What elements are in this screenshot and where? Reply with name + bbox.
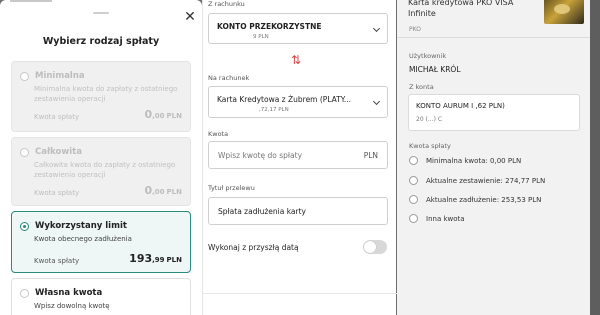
repay-option-other[interactable]: Inna kwota xyxy=(409,214,465,223)
from-account-line2: 20 (...) C xyxy=(416,116,443,123)
transfer-title-label: Tytuł przelewu xyxy=(208,184,255,192)
future-date-toggle[interactable] xyxy=(363,240,387,254)
modal-title: Wybierz rodzaj spłaty xyxy=(42,36,160,47)
transfer-title-value: Spłata zadłużenia karty xyxy=(218,207,306,216)
modal-drag-handle[interactable] xyxy=(93,12,109,14)
option-amount: 0,00 PLN xyxy=(144,184,182,197)
option-description: Minimalna kwota do zapłaty z ostatniego … xyxy=(34,85,178,103)
amount-label: Kwota spłaty xyxy=(34,257,80,265)
close-icon[interactable]: ✕ xyxy=(183,10,197,24)
from-account-balance: 9 PLN xyxy=(253,34,269,40)
repay-option-minimal[interactable]: Minimalna kwota: 0,00 PLN xyxy=(409,156,521,165)
user-label: Użytkownik xyxy=(409,52,447,60)
from-account-box[interactable]: KONTO AURUM I ,62 PLN) 20 (...) C xyxy=(408,94,580,131)
amount-label: Kwota xyxy=(208,130,229,138)
option-title: Minimalna xyxy=(35,71,85,81)
option-description: Wpisz dowolną kwotę xyxy=(34,302,110,310)
future-date-label: Wykonaj z przyszłą datą xyxy=(208,243,299,252)
option-title: Wykorzystany limit xyxy=(35,221,127,231)
option-minimal[interactable]: Minimalna Minimalna kwota do zapłaty z o… xyxy=(11,61,191,132)
chevron-down-icon xyxy=(372,97,381,106)
option-amount: 193,99 PLN xyxy=(129,252,182,265)
radio-icon xyxy=(409,156,418,165)
card-name: Karta kredytowa PKO VISA Infinite xyxy=(408,0,514,18)
radio-icon xyxy=(20,71,29,81)
option-title: Całkowita xyxy=(35,147,82,157)
amount-label: Kwota spłaty xyxy=(34,113,80,121)
radio-icon xyxy=(409,214,418,223)
divider xyxy=(397,37,590,38)
chevron-down-icon xyxy=(372,24,381,33)
radio-icon xyxy=(409,195,418,204)
option-total[interactable]: Całkowita Całkowita kwota do zapłaty z o… xyxy=(11,137,191,206)
option-description: Całkowita kwota do zapłaty z ostatniego … xyxy=(34,161,176,179)
summary-panel: Karta kredytowa PKO VISA Infinite PKO Uż… xyxy=(397,0,590,315)
option-title: Własna kwota xyxy=(35,288,103,298)
radio-icon xyxy=(20,147,29,157)
amount-placeholder: Wpisz kwotę do spłaty xyxy=(218,151,303,160)
from-account-line1: KONTO AURUM I ,62 PLN) xyxy=(416,102,505,110)
option-used-limit[interactable]: Wykorzystany limit Kwota obecnego zadłuż… xyxy=(11,211,191,273)
card-sub-label: PKO xyxy=(409,26,421,33)
amount-currency: PLN xyxy=(363,151,378,160)
amount-input[interactable]: Wpisz kwotę do spłaty PLN xyxy=(208,141,388,169)
repay-option-statement[interactable]: Aktualne zestawienie: 274,77 PLN xyxy=(409,176,545,185)
user-value: MICHAŁ KRÓL xyxy=(409,65,461,74)
toggle-knob xyxy=(364,241,376,253)
from-account-select[interactable]: KONTO PRZEKORZYSTNE 9 PLN xyxy=(208,13,388,44)
divider xyxy=(203,293,397,294)
from-account-label: Z rachunku xyxy=(208,0,245,8)
radio-icon xyxy=(20,288,29,298)
radio-icon xyxy=(409,176,418,185)
to-account-label: Na rachunek xyxy=(208,74,250,82)
radio-selected-icon xyxy=(20,221,29,231)
repay-amount-label: Kwota spłaty xyxy=(409,142,451,150)
to-account-name: Karta Kredytowa z Żubrem (PLATY... xyxy=(217,95,352,104)
amount-label: Kwota spłaty xyxy=(34,189,80,197)
to-account-balance: ,72,17 PLN xyxy=(259,107,289,113)
swap-accounts-icon[interactable]: ⇅ xyxy=(291,54,301,66)
from-account-name: KONTO PRZEKORZYSTNE xyxy=(217,22,322,31)
option-description: Kwota obecnego zadłużenia xyxy=(34,235,132,243)
transfer-form: Z rachunku KONTO PRZEKORZYSTNE 9 PLN ⇅ N… xyxy=(202,0,397,315)
to-account-select[interactable]: Karta Kredytowa z Żubrem (PLATY... ,72,1… xyxy=(208,86,388,118)
repayment-type-modal: ✕ Wybierz rodzaj spłaty Minimalna Minima… xyxy=(0,0,202,315)
transfer-title-input[interactable]: Spłata zadłużenia karty xyxy=(208,197,388,225)
from-account-label: Z konta xyxy=(409,83,434,91)
card-image xyxy=(544,0,584,24)
option-amount: 0,00 PLN xyxy=(144,108,182,121)
modal-top-line xyxy=(10,0,52,2)
window-edge xyxy=(590,0,600,315)
repay-option-debt[interactable]: Aktualne zadłużenie: 253,53 PLN xyxy=(409,195,541,204)
option-custom-amount[interactable]: Własna kwota Wpisz dowolną kwotę xyxy=(11,278,191,315)
